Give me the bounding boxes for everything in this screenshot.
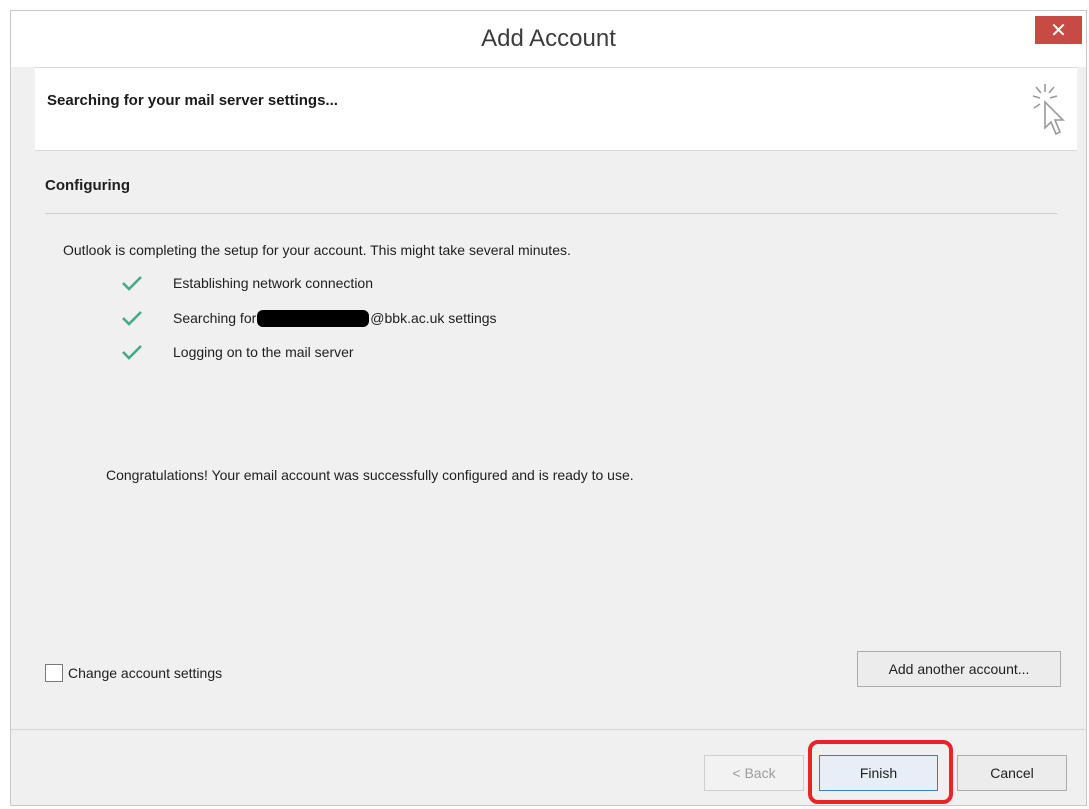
change-settings-label[interactable]: Change account settings (68, 665, 222, 681)
check-icon (122, 276, 142, 291)
check-icon (122, 345, 142, 360)
change-settings-checkbox[interactable] (45, 664, 63, 682)
step-label: Establishing network connection (173, 275, 374, 291)
intro-text: Outlook is completing the setup for your… (63, 242, 571, 258)
step-label-prefix: Searching for (173, 310, 257, 326)
busy-cursor-icon (1032, 84, 1065, 136)
add-account-dialog: Add Account ✕ Searching for your mail se… (10, 10, 1087, 806)
cancel-button[interactable]: Cancel (957, 755, 1067, 791)
section-title: Configuring (45, 177, 130, 194)
step-label: Logging on to the mail server (173, 344, 354, 360)
step-logging-on: Logging on to the mail server (121, 340, 354, 364)
finish-button[interactable]: Finish (819, 755, 938, 791)
window-title: Add Account (481, 25, 616, 52)
footer-divider (11, 729, 1086, 730)
title-bar: Add Account ✕ (11, 11, 1086, 67)
step-network-connection: Establishing network connection (121, 271, 373, 295)
redacted-email (257, 309, 370, 327)
step-searching-settings: Searching for @bbk.ac.uk settings (121, 306, 497, 330)
success-message: Congratulations! Your email account was … (106, 467, 634, 483)
section-divider (45, 213, 1057, 214)
check-icon (122, 311, 142, 326)
change-settings-row[interactable]: Change account settings (45, 664, 222, 682)
add-another-account-button[interactable]: Add another account... (857, 651, 1061, 687)
step-label-suffix: @bbk.ac.uk settings (370, 310, 497, 326)
close-icon: ✕ (1050, 19, 1067, 42)
back-button[interactable]: < Back (704, 755, 804, 791)
header-title: Searching for your mail server settings.… (47, 92, 338, 109)
close-button[interactable]: ✕ (1035, 16, 1082, 44)
header-panel: Searching for your mail server settings.… (35, 67, 1077, 151)
